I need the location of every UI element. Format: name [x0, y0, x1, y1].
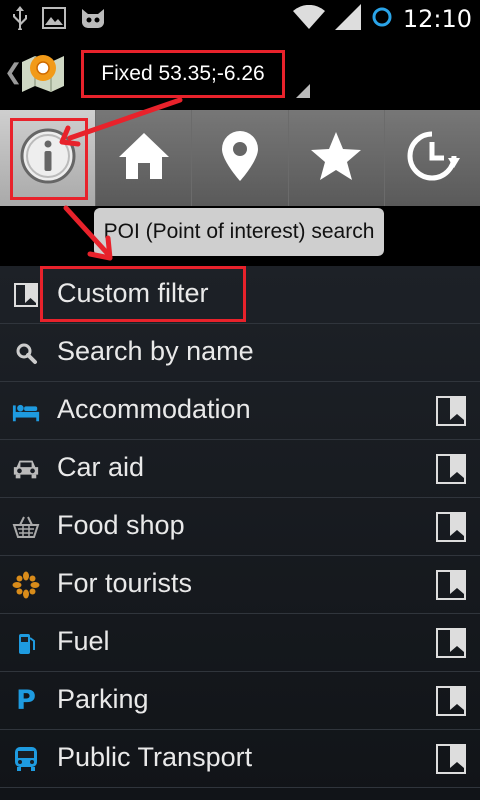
- clock: 12:10: [402, 5, 472, 33]
- search-icon: [12, 339, 40, 367]
- add-to-filter-icon[interactable]: [436, 512, 466, 542]
- tab-home[interactable]: [96, 110, 193, 206]
- list-item-car-aid[interactable]: Car aid: [0, 440, 480, 498]
- tab-info[interactable]: [0, 110, 97, 206]
- tab-location[interactable]: [192, 110, 289, 206]
- parking-glyph: P: [16, 685, 36, 716]
- cat-notification-icon: [80, 7, 106, 33]
- bookmark-icon: [12, 281, 40, 309]
- list-item-label: Public Transport: [57, 742, 253, 772]
- location-title-highlight: Fixed 53.35;-6.26: [81, 50, 285, 98]
- app-logo-icon[interactable]: [18, 48, 68, 98]
- list-item-food-shop[interactable]: Food shop: [0, 498, 480, 556]
- list-item-accommodation[interactable]: Accommodation: [0, 382, 480, 440]
- list-item-label: Food shop: [57, 510, 185, 540]
- usb-icon: [12, 6, 28, 34]
- list-item-for-tourists[interactable]: For tourists: [0, 556, 480, 614]
- list-item-label: Parking: [57, 684, 149, 714]
- signal-icon: [334, 4, 361, 34]
- list-item-fuel[interactable]: Fuel: [0, 614, 480, 672]
- tab-history[interactable]: [385, 110, 480, 206]
- list-item-search-by-name[interactable]: Search by name: [0, 324, 480, 382]
- list-item-label: Accommodation: [57, 394, 251, 424]
- list-item-custom-filter[interactable]: Custom filter: [0, 266, 480, 324]
- add-to-filter-icon[interactable]: [436, 396, 466, 426]
- location-title[interactable]: Fixed 53.35;-6.26: [101, 62, 264, 86]
- tab-bar: [0, 110, 480, 206]
- action-bar: ❮ Fixed 53.35;-6.26: [0, 38, 480, 108]
- star-icon: [309, 130, 363, 186]
- tab-info-highlight: [10, 118, 88, 200]
- list-item-parking[interactable]: P Parking: [0, 672, 480, 730]
- tab-favorites[interactable]: [289, 110, 385, 206]
- history-clock-icon: [404, 128, 461, 188]
- fuel-icon: [12, 629, 40, 657]
- bed-icon: [12, 397, 40, 425]
- spinner-indicator-icon: [296, 84, 310, 98]
- car-icon: [12, 455, 40, 483]
- add-to-filter-icon[interactable]: [436, 744, 466, 774]
- parking-icon: P: [12, 687, 40, 715]
- wifi-icon: [292, 4, 325, 33]
- list-item-label: Car aid: [57, 452, 145, 482]
- poi-search-tooltip: POI (Point of interest) search: [94, 208, 384, 256]
- add-to-filter-icon[interactable]: [436, 454, 466, 484]
- add-to-filter-icon[interactable]: [436, 686, 466, 716]
- poi-category-list: Custom filter Search by name Accommodati…: [0, 266, 480, 800]
- list-item-label: For tourists: [57, 568, 193, 598]
- bus-icon: [12, 745, 40, 773]
- basket-icon: [12, 513, 40, 541]
- map-pin-icon: [220, 129, 260, 187]
- add-to-filter-icon[interactable]: [436, 628, 466, 658]
- list-item-label: Fuel: [57, 626, 110, 656]
- image-notification-icon: [42, 7, 66, 33]
- status-bar: 12:10: [0, 0, 480, 38]
- list-item-label: Custom filter: [57, 278, 209, 308]
- tourist-icon: [12, 571, 40, 599]
- add-to-filter-icon[interactable]: [436, 570, 466, 600]
- home-icon: [117, 131, 171, 185]
- list-item-label: Search by name: [57, 336, 254, 366]
- sync-icon: [371, 6, 393, 32]
- list-item-public-transport[interactable]: Public Transport: [0, 730, 480, 788]
